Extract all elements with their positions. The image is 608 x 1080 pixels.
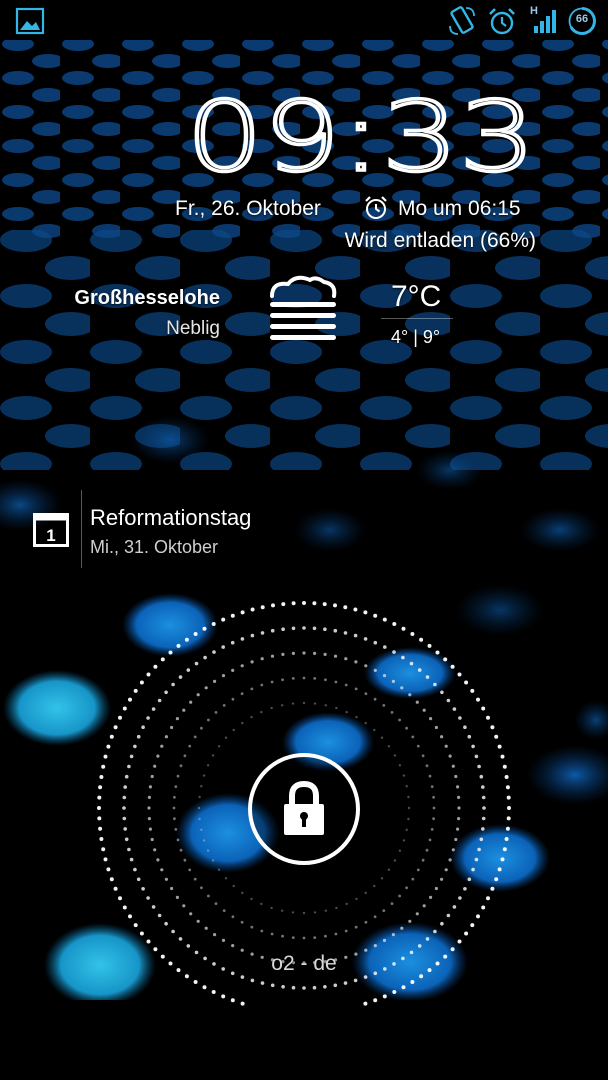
next-alarm-text: Mo um 06:15: [398, 197, 521, 220]
calendar-divider: [81, 490, 82, 568]
calendar-event-title[interactable]: Reformationstag: [90, 505, 251, 531]
screen-rotation-icon: [449, 6, 475, 35]
weather-location: Großhesselohe: [74, 287, 220, 309]
weather-temperature-range: 4° | 9°: [391, 327, 441, 347]
weather-temperature: 7°C: [391, 280, 442, 313]
fog-icon: [270, 275, 337, 340]
signal-icon: [534, 10, 556, 33]
calendar-icon-day: 1: [46, 526, 55, 545]
alarm-icon: [489, 8, 515, 35]
weather-condition: Neblig: [166, 318, 220, 339]
clock-time: 09:33: [186, 96, 536, 176]
calendar-icon: 1: [33, 513, 69, 547]
battery-status-text: Wird entladen (66%): [344, 229, 536, 252]
temperature-divider: [381, 318, 453, 319]
clock: 09:33: [186, 96, 538, 176]
alarm-clock-icon: [365, 196, 387, 219]
gallery-icon: [15, 7, 45, 35]
date-text: Fr., 26. Oktober: [175, 197, 321, 220]
battery-level-text: 66: [575, 13, 589, 25]
carrier-label: o2 - de: [271, 952, 337, 975]
lock-button[interactable]: [246, 751, 362, 867]
status-bar: H 66: [0, 0, 608, 42]
calendar-event-date[interactable]: Mi., 31. Oktober: [90, 537, 218, 558]
